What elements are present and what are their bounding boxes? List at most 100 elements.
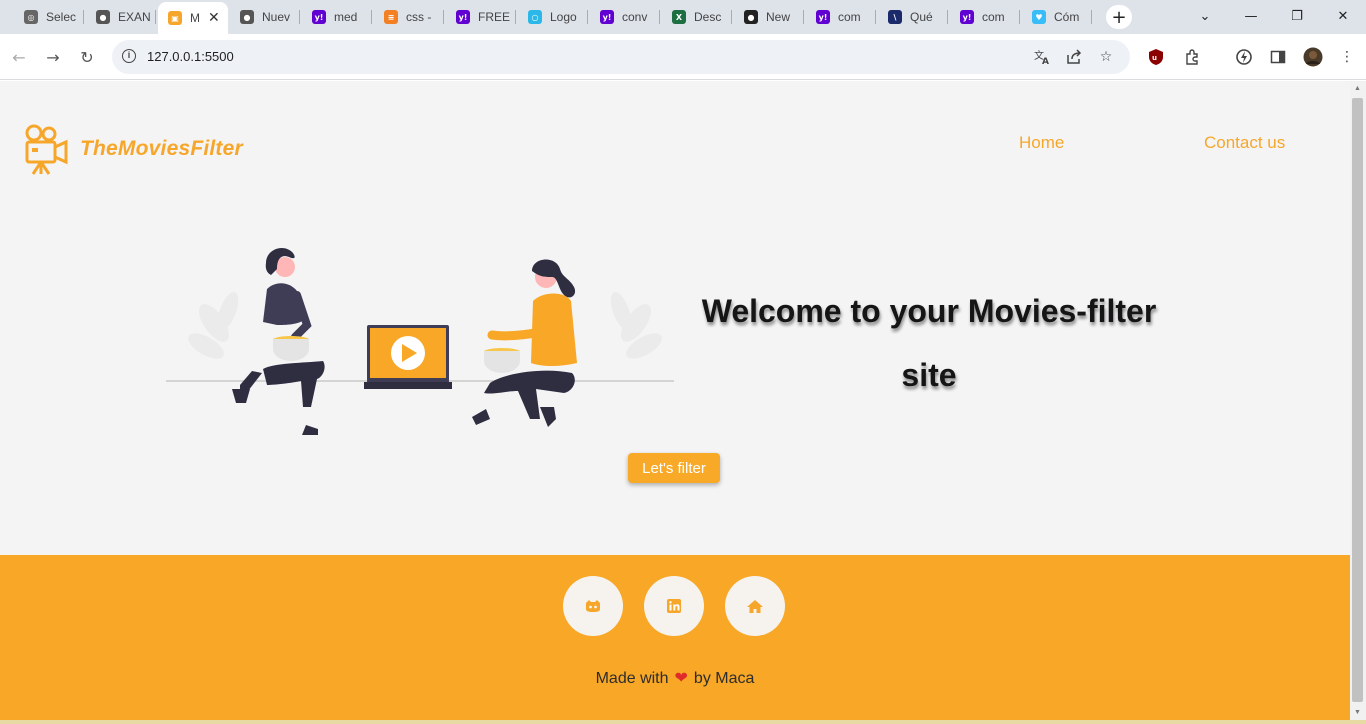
page-viewport: TheMoviesFilter Home Contact us Welcome … [0,81,1350,724]
browser-tab[interactable]: y! med [302,4,372,30]
browser-tab[interactable]: ● Nuev [230,4,300,30]
tailwind-icon: ♥ [1032,10,1046,24]
browser-tab[interactable]: ◎ Selec [14,4,84,30]
globe-icon: ● [96,10,110,24]
tab-separator [299,10,300,24]
browser-tab[interactable]: ♥ Cóm [1022,4,1092,30]
close-window-icon[interactable]: ✕ [1330,5,1356,27]
tab-title: Selec [46,10,77,24]
browser-tab[interactable]: y! FREE [446,4,516,30]
tab-title: com [982,10,1005,24]
yahoo-icon: y! [456,10,470,24]
linkedin-icon [667,599,681,613]
tab-separator [1091,10,1092,24]
profile-avatar[interactable] [1302,46,1324,68]
globe-icon: ● [240,10,254,24]
film-camera-icon [25,124,68,175]
vertical-scrollbar[interactable]: ▲ ▼ [1350,81,1366,724]
github-link[interactable] [563,576,623,636]
tab-separator [875,10,876,24]
tab-separator [659,10,660,24]
browser-tab[interactable]: y! com [806,4,876,30]
hero-title: Welcome to your Movies-filter site [675,279,1183,407]
address-bar[interactable]: i 127.0.0.1:5500 文A ☆ [112,40,1130,74]
tab-title: Desc [694,10,722,24]
home-icon [747,599,763,613]
nav-home-link[interactable]: Home [1019,133,1064,153]
github-icon: ● [744,10,758,24]
hero-illustration [166,248,674,435]
tab-separator [731,10,732,24]
tab-title: css - [406,10,432,24]
tab-title: M [190,11,200,25]
credit-suffix: by Maca [693,670,755,687]
nav-contact-link[interactable]: Contact us [1204,133,1285,153]
tab-title: Logo [550,10,577,24]
browser-tab[interactable]: \ Qué [878,4,948,30]
bookmark-star-icon[interactable]: ☆ [1096,47,1116,67]
tab-separator [443,10,444,24]
tab-separator [947,10,948,24]
tab-title: Qué [910,10,933,24]
window-bottom-edge [0,720,1366,724]
tab-title: Nuev [262,10,291,24]
tab-title: med [334,10,358,24]
browser-tab[interactable]: ● New [734,4,804,30]
excel-icon: X [672,10,686,24]
svg-text:A: A [1042,57,1049,66]
linkedin-link[interactable] [644,576,704,636]
browser-tab[interactable]: X Desc [662,4,732,30]
browser-tab[interactable]: y! conv [590,4,660,30]
browser-tab[interactable]: y! com [950,4,1020,30]
tab-search-icon[interactable]: ⌄ [1192,5,1218,27]
menu-kebab-icon[interactable]: ⋮ [1336,46,1358,68]
forward-icon[interactable]: → [41,45,65,69]
footer-credit: Made with ❤ by Maca [0,668,1350,688]
scroll-down-arrow-icon[interactable]: ▼ [1354,709,1361,716]
tab-title: FREE [478,10,511,24]
tab-separator [83,10,84,24]
footer: Made with ❤ by Maca [0,555,1350,724]
reload-icon[interactable]: ↻ [75,45,99,69]
credit-prefix: Made with [595,670,669,687]
share-icon[interactable] [1064,47,1084,67]
ublock-icon[interactable]: u [1145,46,1167,68]
movie-app-icon: ▣ [168,11,182,25]
back-icon[interactable]: ← [7,45,31,69]
site-info-icon[interactable]: i [122,49,136,63]
tab-separator [371,10,372,24]
extensions-icon[interactable] [1181,46,1203,68]
logo-site-icon: ○ [528,10,542,24]
tab-separator [1019,10,1020,24]
yahoo-icon: y! [312,10,326,24]
heart-icon: ❤ [674,668,688,687]
scrollbar-thumb[interactable] [1352,98,1363,702]
tab-title: New [766,10,791,24]
new-tab-button[interactable]: + [1106,5,1132,29]
brand-logo[interactable]: TheMoviesFilter [24,123,243,175]
chatgpt-icon: ◎ [24,10,38,24]
lets-filter-button[interactable]: Let's filter [628,453,720,483]
tab-title: EXAN [118,10,151,24]
github-icon [586,600,600,612]
tab-title: Cóm [1054,10,1080,24]
close-tab-icon[interactable]: ✕ [208,10,220,26]
browser-tab[interactable]: ▣ M ✕ [158,2,228,34]
browser-tab[interactable]: ○ Logo [518,4,588,30]
home-link[interactable] [725,576,785,636]
url-text[interactable]: 127.0.0.1:5500 [147,49,234,64]
browser-tab[interactable]: ≡ css - [374,4,444,30]
yahoo-icon: y! [816,10,830,24]
browser-tab[interactable]: ● EXAN [86,4,156,30]
hero-title-line2: site [901,357,957,393]
svg-text:u: u [1152,54,1157,62]
performance-icon[interactable] [1233,46,1255,68]
restore-icon[interactable]: ❐ [1284,5,1310,27]
tab-separator [587,10,588,24]
translate-icon[interactable]: 文A [1032,47,1052,67]
tab-separator [803,10,804,24]
minimize-icon[interactable]: — [1238,5,1264,27]
scroll-up-arrow-icon[interactable]: ▲ [1354,85,1361,92]
stackoverflow-icon: ≡ [384,10,398,24]
side-panel-icon[interactable] [1267,46,1289,68]
